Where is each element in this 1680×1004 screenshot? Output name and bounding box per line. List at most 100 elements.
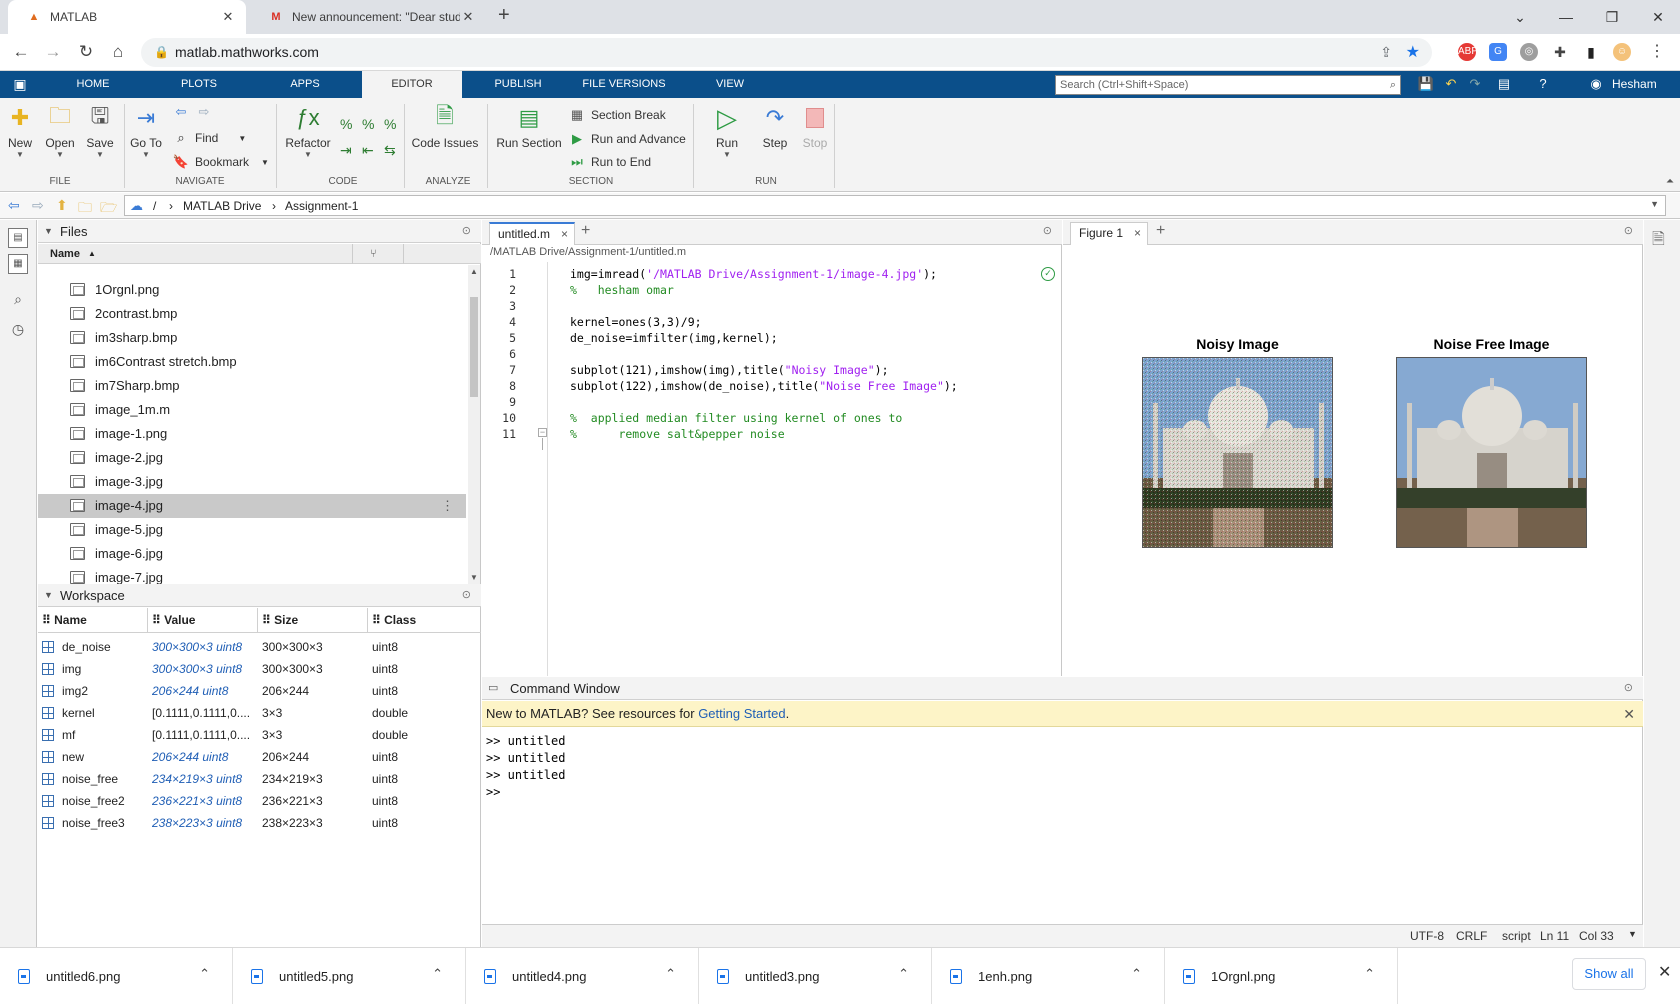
file-list-item[interactable]: im6Contrast stretch.bmp (38, 350, 466, 374)
code-line[interactable]: subplot(121),imshow(img),title("Noisy Im… (570, 363, 889, 377)
show-all-downloads-button[interactable]: Show all (1572, 958, 1646, 990)
user-icon[interactable]: ◉ (1587, 75, 1605, 93)
download-item[interactable]: 1enh.png ⌃ (932, 948, 1165, 1004)
workspace-row[interactable]: mf [0.1111,0.1111,0.... 3×3 double (38, 724, 481, 746)
bookmark-button[interactable]: 🔖 Bookmark ▼ (172, 152, 269, 172)
chevron-up-icon[interactable]: ⌃ (1364, 966, 1375, 982)
download-item[interactable]: untitled4.png ⌃ (466, 948, 699, 1004)
panel-options-icon[interactable]: ⊙ (462, 584, 471, 607)
smart-indent-icon[interactable]: ⇤ (362, 140, 374, 160)
chevron-up-icon[interactable]: ⌃ (432, 966, 443, 982)
outdent-icon[interactable]: ⇆ (384, 140, 396, 160)
tab-plots[interactable]: PLOTS (163, 71, 235, 98)
step-button[interactable]: ↷ Step (760, 104, 790, 150)
save-button[interactable]: 🖫 Save ▼ (85, 103, 115, 159)
new-tab-icon[interactable]: + (498, 4, 510, 27)
browse-folder-icon[interactable]: 🗀 (78, 197, 92, 221)
close-notice-icon[interactable]: ✕ (1623, 701, 1635, 727)
chevron-down-icon[interactable]: ▼ (1650, 199, 1659, 209)
file-list-item[interactable]: im7Sharp.bmp (38, 374, 466, 398)
ws-col-name[interactable]: ⠿ Name (38, 608, 148, 632)
workspace-panel-header[interactable]: ▼ Workspace ⊙ (38, 584, 481, 607)
workspace-row[interactable]: noise_free3 238×223×3 uint8 238×223×3 uint8 (38, 812, 481, 834)
adblock-icon[interactable]: ABP (1458, 43, 1478, 61)
layout-icon[interactable]: ▤ (1495, 75, 1513, 93)
run-to-end-button[interactable]: ⏭ Run to End (568, 152, 651, 172)
download-item[interactable]: untitled5.png ⌃ (233, 948, 466, 1004)
tab-editor[interactable]: EDITOR (362, 71, 462, 98)
row-menu-icon[interactable]: ⋮ (441, 494, 454, 518)
browser-tab-matlab[interactable]: ▲ MATLAB ✕ (8, 0, 246, 34)
code-line[interactable]: subplot(122),imshow(de_noise),title("Noi… (570, 379, 958, 393)
forward-icon[interactable]: → (42, 41, 64, 63)
workspace-row[interactable]: img 300×300×3 uint8 300×300×3 uint8 (38, 658, 481, 680)
download-item[interactable]: 1Orgnl.png ⌃ (1165, 948, 1398, 1004)
workspace-row[interactable]: new 206×244 uint8 206×244 uint8 (38, 746, 481, 768)
close-tab-icon[interactable]: ✕ (460, 9, 476, 25)
run-button[interactable]: ▷ Run ▼ (712, 103, 742, 160)
chevron-up-icon[interactable]: ⌃ (898, 966, 909, 982)
status-menu-icon[interactable]: ▼ (1628, 929, 1637, 939)
collapse-ribbon-icon[interactable]: ⏶ (1666, 176, 1674, 187)
back-arrow-icon[interactable]: ⇦ (172, 104, 190, 120)
git-branch-icon[interactable]: ⑂ (370, 244, 377, 264)
find-button[interactable]: ⌕ Find ▼ (172, 128, 246, 148)
url-field[interactable]: 🔒 matlab.mathworks.com ⇪ ★ (141, 38, 1432, 67)
code-issues-button[interactable]: 🗎 Code Issues (410, 103, 480, 150)
workspace-row[interactable]: noise_free2 236×221×3 uint8 236×221×3 uint8 (38, 790, 481, 812)
close-tab-icon[interactable]: × (1134, 223, 1141, 243)
open-button[interactable]: 🗀 Open ▼ (44, 103, 76, 159)
section-break-button[interactable]: ▦ Section Break (568, 105, 666, 125)
file-list-item[interactable]: 2contrast.bmp (38, 302, 466, 326)
tab-file-versions[interactable]: FILE VERSIONS (574, 71, 674, 98)
minimize-icon[interactable]: — (1543, 0, 1589, 34)
breadcrumb-matlab-drive[interactable]: MATLAB Drive (183, 199, 261, 213)
new-button[interactable]: ✚ New ▼ (6, 104, 34, 159)
breadcrumb-assignment-1[interactable]: Assignment-1 (285, 199, 358, 213)
comment-icon[interactable]: % (340, 114, 352, 134)
code-analyzer-ok-icon[interactable]: ✓ (1041, 267, 1055, 281)
undo-icon[interactable]: ↶ (1442, 75, 1460, 93)
path-root[interactable]: / (153, 199, 156, 213)
code-line[interactable]: % remove salt&pepper noise (570, 427, 785, 441)
search-files-icon[interactable]: ⌕ (8, 290, 28, 310)
uncomment-icon[interactable]: % (362, 114, 374, 134)
back-icon[interactable]: ← (10, 41, 32, 63)
command-window-header[interactable]: ▭ Command Window ⊙ (482, 677, 1643, 700)
tab-publish[interactable]: PUBLISH (478, 71, 558, 98)
run-and-advance-button[interactable]: ▶ Run and Advance (568, 129, 686, 149)
workspace-row[interactable]: noise_free 234×219×3 uint8 234×219×3 uint8 (38, 768, 481, 790)
ws-col-class[interactable]: ⠿ Class (368, 608, 481, 632)
file-list-item[interactable]: 1Orgnl.png (38, 278, 466, 302)
code-line[interactable]: img=imread('/MATLAB Drive/Assignment-1/i… (570, 267, 937, 281)
download-item[interactable]: untitled6.png ⌃ (0, 948, 233, 1004)
close-window-icon[interactable]: ✕ (1635, 0, 1680, 34)
tab-home[interactable]: HOME (56, 71, 130, 98)
path-field[interactable]: ☁ / › MATLAB Drive › Assignment-1 ▼ (124, 195, 1666, 216)
code-fold-icon[interactable]: − (538, 428, 547, 437)
stop-button[interactable]: Stop (800, 104, 830, 150)
files-scrollbar[interactable]: ▲ ▼ (468, 265, 480, 584)
close-downloads-icon[interactable]: ✕ (1658, 962, 1671, 982)
files-panel-icon[interactable]: ▤ (8, 228, 28, 248)
scroll-up-icon[interactable]: ▲ (470, 267, 478, 276)
forward-arrow-icon[interactable]: ⇨ (195, 104, 213, 120)
menu-icon[interactable]: ⋮ (1648, 43, 1666, 61)
file-list-item[interactable]: image-2.jpg (38, 446, 466, 470)
close-tab-icon[interactable]: × (561, 224, 568, 244)
workspace-row[interactable]: kernel [0.1111,0.1111,0.... 3×3 double (38, 702, 481, 724)
scrollbar-thumb[interactable] (470, 297, 478, 397)
share-icon[interactable]: ⇪ (1380, 38, 1392, 67)
editor-tab-untitled[interactable]: untitled.m × (489, 222, 576, 245)
history-icon[interactable]: ◷ (8, 320, 28, 340)
code-line[interactable]: kernel=ones(3,3)/9; (570, 315, 702, 329)
search-documentation-input[interactable]: Search (Ctrl+Shift+Space) ⌕ (1055, 75, 1401, 95)
back-icon[interactable]: ⇦ (8, 197, 20, 214)
name-column-header[interactable]: Name (50, 244, 80, 264)
tab-apps[interactable]: APPS (270, 71, 340, 98)
back-forward-buttons[interactable]: ⇦ ⇨ (172, 102, 218, 122)
new-tab-icon[interactable]: + (1156, 222, 1165, 240)
getting-started-link[interactable]: Getting Started (698, 706, 785, 721)
open-folder-icon[interactable]: 🗁 (100, 197, 117, 221)
restore-icon[interactable]: ❐ (1589, 0, 1635, 34)
